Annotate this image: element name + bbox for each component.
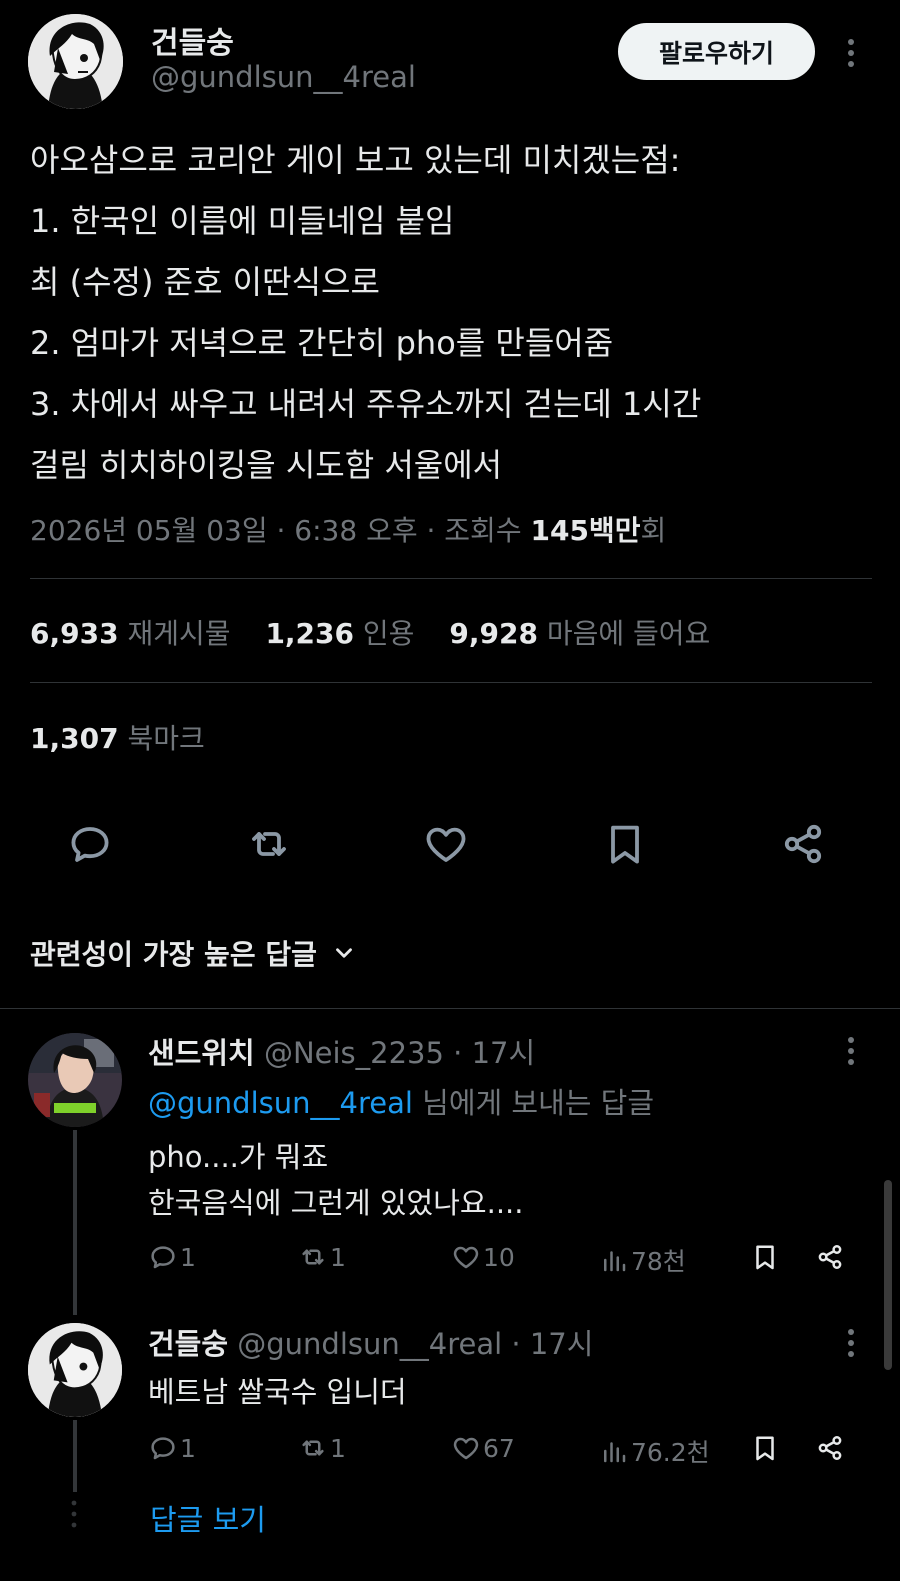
chevron-down-icon xyxy=(335,948,352,958)
bookmark-button[interactable] xyxy=(750,1433,782,1463)
bookmark-icon xyxy=(756,1436,774,1461)
section-divider xyxy=(0,1008,900,1009)
retweet-count[interactable]: 6,933 xyxy=(30,617,119,650)
thread-dots xyxy=(71,1500,77,1538)
like-icon[interactable] xyxy=(422,820,470,868)
like-count: 67 xyxy=(483,1433,515,1463)
retweet-button[interactable]: 1 xyxy=(298,1433,346,1463)
show-replies-link[interactable]: 답글 보기 xyxy=(150,1497,266,1539)
reply-text-line: pho....가 뭐죠 xyxy=(148,1140,329,1174)
views-button[interactable]: 78천 xyxy=(599,1242,686,1278)
like-button[interactable]: 67 xyxy=(451,1433,515,1463)
reply-avatar[interactable] xyxy=(28,1323,122,1417)
views-button[interactable]: 76.2천 xyxy=(599,1433,710,1469)
reply-button[interactable]: 1 xyxy=(148,1242,196,1272)
reply-sort-dropdown[interactable]: 관련성이 가장 높은 답글 xyxy=(30,933,357,973)
tweet-stats: 6,933 재게시물 1,236 인용 9,928 마음에 들어요 xyxy=(30,612,736,652)
tweet-date[interactable]: 2026년 05월 03일 · 6:38 오후 · 조회수 xyxy=(30,514,530,547)
share-button[interactable] xyxy=(815,1242,847,1272)
retweet-icon xyxy=(302,1440,324,1456)
tweet-line: 아오삼으로 코리안 게이 보고 있는데 미치겠는점: xyxy=(30,141,681,179)
view-count: 76.2천 xyxy=(631,1438,710,1467)
replying-to: @gundlsun__4real 님에게 보내는 답글 xyxy=(148,1080,654,1122)
reply-text-line: 베트남 쌀국수 입니더 xyxy=(148,1375,407,1409)
thread-line xyxy=(73,1420,77,1492)
like-icon xyxy=(453,1246,479,1269)
retweet-count: 1 xyxy=(330,1242,346,1272)
thread-line xyxy=(73,1130,77,1315)
reply-avatar[interactable] xyxy=(28,1033,122,1127)
retweet-icon[interactable] xyxy=(245,820,293,868)
author-avatar[interactable] xyxy=(28,14,123,109)
quote-count[interactable]: 1,236 xyxy=(265,617,354,650)
tweet-line: 3. 차에서 싸우고 내려서 주유소까지 걷는데 1시간 xyxy=(30,385,702,423)
bookmark-count: 1,307 xyxy=(30,722,119,755)
more-options-icon[interactable] xyxy=(840,1034,862,1068)
divider xyxy=(30,578,872,579)
tweet-line: 걸림 히치하이킹을 시도함 서울에서 xyxy=(30,446,503,484)
retweet-label[interactable]: 재게시물 xyxy=(127,617,230,650)
follow-button[interactable]: 팔로우하기 xyxy=(618,23,815,80)
like-label[interactable]: 마음에 들어요 xyxy=(547,617,710,650)
reply-icon[interactable] xyxy=(66,820,114,868)
bookmark-icon[interactable] xyxy=(601,820,649,868)
reply-header: 샌드위치 @Neis_2235 · 17시 xyxy=(148,1030,535,1072)
quote-label[interactable]: 인용 xyxy=(363,617,415,650)
share-icon xyxy=(818,1436,842,1460)
share-icon xyxy=(818,1245,842,1269)
reply-count: 1 xyxy=(180,1242,196,1272)
reply-icon xyxy=(151,1246,175,1269)
reply-count: 1 xyxy=(180,1433,196,1463)
reply-header: 건들숭 @gundlsun__4real · 17시 xyxy=(148,1321,593,1363)
like-count[interactable]: 9,928 xyxy=(449,617,538,650)
reply-handle-time[interactable]: @Neis_2235 · 17시 xyxy=(255,1036,535,1070)
like-count: 10 xyxy=(483,1242,515,1272)
analytics-icon xyxy=(604,1442,626,1463)
bookmark-button[interactable] xyxy=(750,1242,782,1272)
tweet-line: 최 (수정) 준호 이딴식으로 xyxy=(30,263,380,301)
bookmark-icon xyxy=(756,1245,774,1270)
tweet-text: 아오삼으로 코리안 게이 보고 있는데 미치겠는점: 1. 한국인 이름에 미들… xyxy=(30,130,880,496)
mention-link[interactable]: @gundlsun__4real xyxy=(148,1086,413,1120)
analytics-icon xyxy=(604,1251,626,1272)
reply-sort-label: 관련성이 가장 높은 답글 xyxy=(30,938,317,971)
divider xyxy=(30,682,872,683)
tweet-line: 2. 엄마가 저녁으로 간단히 pho를 만들어줌 xyxy=(30,324,614,362)
retweet-button[interactable]: 1 xyxy=(298,1242,346,1272)
view-count: 78천 xyxy=(631,1247,686,1276)
retweet-icon xyxy=(302,1249,324,1265)
view-suffix: 회 xyxy=(640,514,667,547)
reply-author-name[interactable]: 샌드위치 xyxy=(148,1036,255,1070)
reply-author-name[interactable]: 건들숭 xyxy=(148,1327,228,1361)
bookmark-label: 북마크 xyxy=(127,722,205,755)
tweet-meta: 2026년 05월 03일 · 6:38 오후 · 조회수 145백만회 xyxy=(30,509,666,549)
share-button[interactable] xyxy=(815,1433,847,1463)
author-name[interactable]: 건들숭 xyxy=(151,18,234,62)
author-handle[interactable]: @gundlsun__4real xyxy=(151,60,416,94)
tweet-line: 1. 한국인 이름에 미들네임 붙임 xyxy=(30,202,455,240)
share-icon[interactable] xyxy=(779,820,827,868)
reply-button[interactable]: 1 xyxy=(148,1433,196,1463)
replying-to-suffix: 님에게 보내는 답글 xyxy=(412,1086,655,1120)
bookmark-stats[interactable]: 1,307 북마크 xyxy=(30,717,205,757)
scrollbar-thumb[interactable] xyxy=(884,1180,892,1370)
view-count: 145백만 xyxy=(530,514,641,547)
more-options-icon[interactable] xyxy=(840,36,862,70)
like-icon xyxy=(453,1437,479,1460)
like-button[interactable]: 10 xyxy=(451,1242,515,1272)
reply-icon xyxy=(151,1437,175,1460)
more-options-icon[interactable] xyxy=(840,1326,862,1360)
reply-text-line: 한국음식에 그런게 있었나요.... xyxy=(148,1186,524,1220)
retweet-count: 1 xyxy=(330,1433,346,1463)
reply-handle-time[interactable]: @gundlsun__4real · 17시 xyxy=(228,1327,593,1361)
